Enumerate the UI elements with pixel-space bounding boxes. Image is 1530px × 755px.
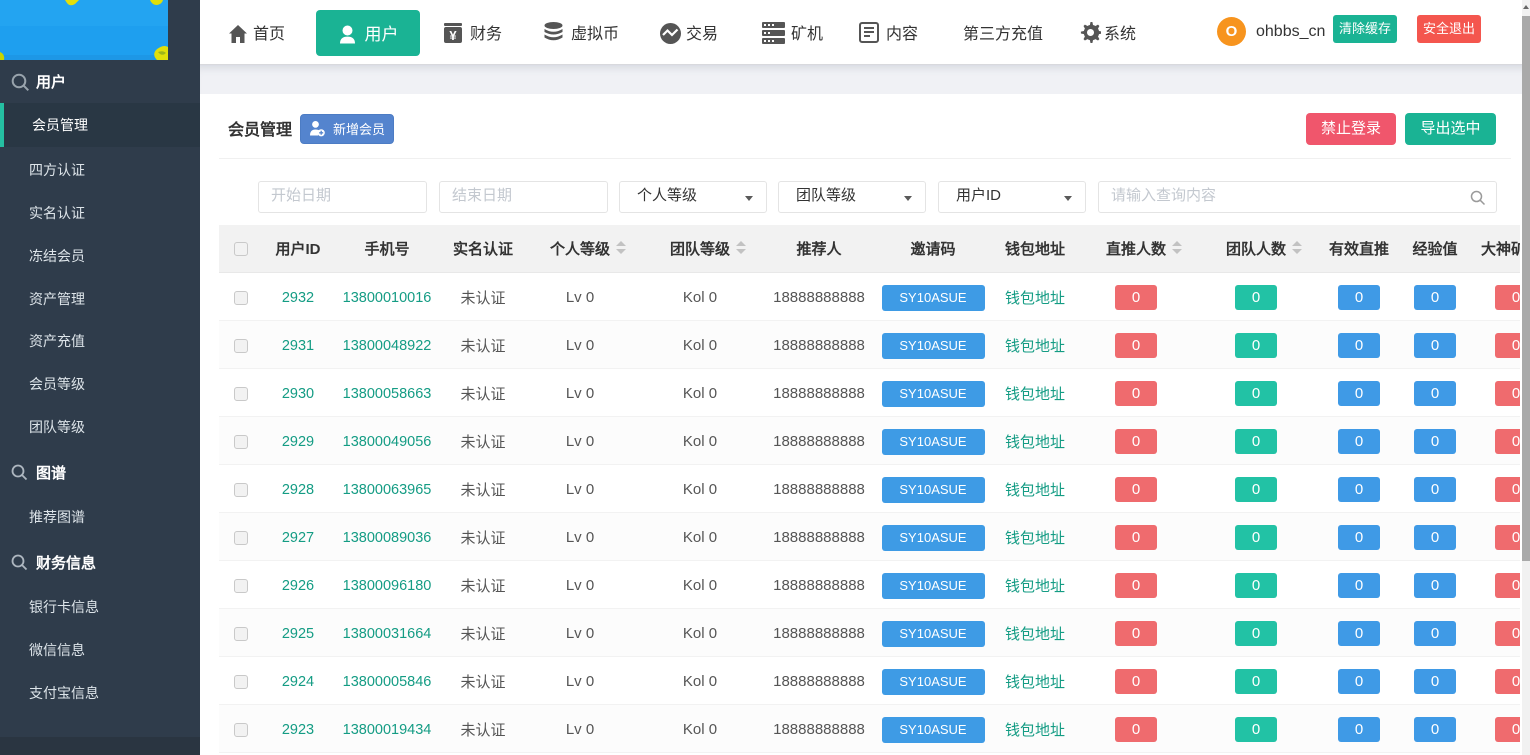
svg-text:¥: ¥ bbox=[449, 28, 457, 43]
